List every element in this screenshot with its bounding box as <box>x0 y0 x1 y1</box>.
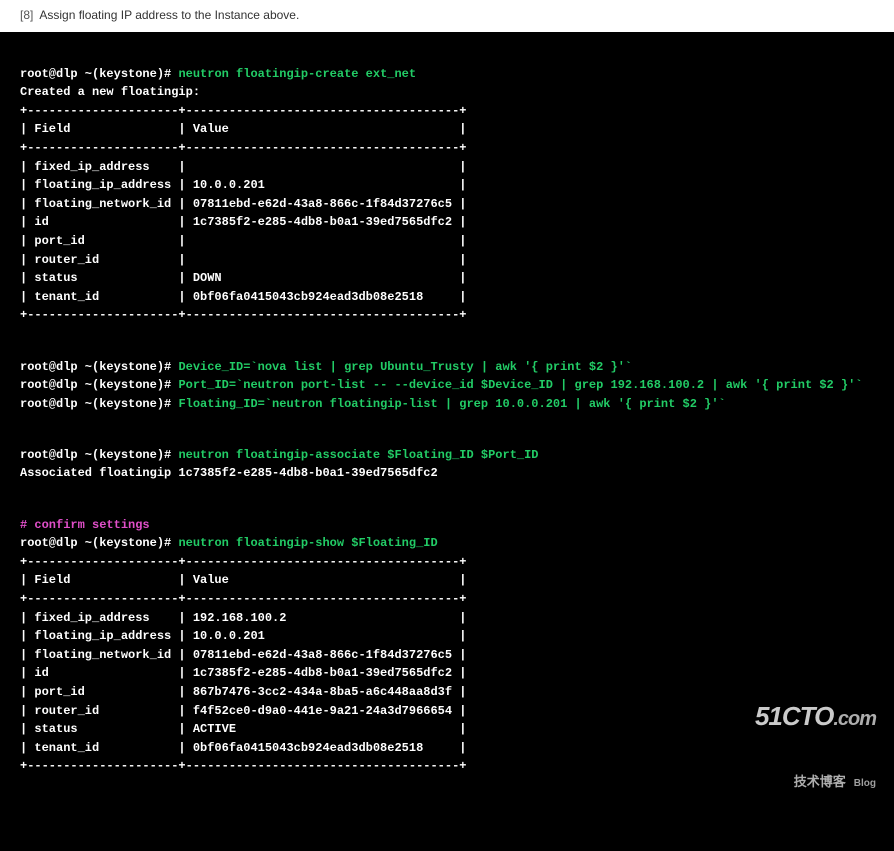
table1-header: | Field | Value | <box>20 122 466 136</box>
table2-row: | fixed_ip_address | 192.168.100.2 | <box>20 611 466 625</box>
table1-row: | router_id | | <box>20 253 466 267</box>
table1-row: | status | DOWN | <box>20 271 466 285</box>
out-associated: Associated floatingip 1c7385f2-e285-4db8… <box>20 466 438 480</box>
table1-row: | port_id | | <box>20 234 466 248</box>
table2-header: | Field | Value | <box>20 573 466 587</box>
table1-row: | tenant_id | 0bf06fa0415043cb924ead3db0… <box>20 290 466 304</box>
table2-border-mid: +---------------------+-----------------… <box>20 592 466 606</box>
cmd-port-id: Port_ID=`neutron port-list -- --device_i… <box>178 378 862 392</box>
out-created: Created a new floatingip: <box>20 85 200 99</box>
table2-row: | id | 1c7385f2-e285-4db8-b0a1-39ed7565d… <box>20 666 466 680</box>
block-show: # confirm settings root@dlp ~(keystone)#… <box>20 516 874 776</box>
watermark-subtext: 技术博客 <box>794 774 846 789</box>
watermark-blog: Blog <box>854 778 876 789</box>
table2-border-top: +---------------------+-----------------… <box>20 555 466 569</box>
block-vars: root@dlp ~(keystone)# Device_ID=`nova li… <box>20 358 874 414</box>
table2-row: | floating_ip_address | 10.0.0.201 | <box>20 629 466 643</box>
cmd-associate: neutron floatingip-associate $Floating_I… <box>178 448 538 462</box>
table2-row: | floating_network_id | 07811ebd-e62d-43… <box>20 648 466 662</box>
block-associate: root@dlp ~(keystone)# neutron floatingip… <box>20 446 874 483</box>
table2-row: | status | ACTIVE | <box>20 722 466 736</box>
cmd-show: neutron floatingip-show $Floating_ID <box>178 536 437 550</box>
table1-border-top: +---------------------+-----------------… <box>20 104 466 118</box>
shell-prompt: root@dlp ~(keystone)# <box>20 67 171 81</box>
table2-row: | port_id | 867b7476-3cc2-434a-8ba5-a6c4… <box>20 685 466 699</box>
cmd-device-id: Device_ID=`nova list | grep Ubuntu_Trust… <box>178 360 632 374</box>
cmd-create: neutron floatingip-create ext_net <box>178 67 416 81</box>
step-text: Assign floating IP address to the Instan… <box>39 8 299 22</box>
shell-prompt: root@dlp ~(keystone)# <box>20 378 171 392</box>
table1-row: | floating_network_id | 07811ebd-e62d-43… <box>20 197 466 211</box>
shell-prompt: root@dlp ~(keystone)# <box>20 397 171 411</box>
table1-row: | id | 1c7385f2-e285-4db8-b0a1-39ed7565d… <box>20 215 466 229</box>
terminal-output: root@dlp ~(keystone)# neutron floatingip… <box>0 32 894 851</box>
step-header: [8] Assign floating IP address to the In… <box>0 0 894 32</box>
block-create: root@dlp ~(keystone)# neutron floatingip… <box>20 65 874 325</box>
table1-border-mid: +---------------------+-----------------… <box>20 141 466 155</box>
table2-border-bot: +---------------------+-----------------… <box>20 759 466 773</box>
table2-row: | tenant_id | 0bf06fa0415043cb924ead3db0… <box>20 741 466 755</box>
shell-prompt: root@dlp ~(keystone)# <box>20 448 171 462</box>
comment-confirm: # confirm settings <box>20 518 150 532</box>
step-number: [8] <box>20 8 33 22</box>
cmd-floating-id: Floating_ID=`neutron floatingip-list | g… <box>178 397 725 411</box>
table1-row: | floating_ip_address | 10.0.0.201 | <box>20 178 466 192</box>
table2-row: | router_id | f4f52ce0-d9a0-441e-9a21-24… <box>20 704 466 718</box>
shell-prompt: root@dlp ~(keystone)# <box>20 360 171 374</box>
table1-row: | fixed_ip_address | | <box>20 160 466 174</box>
table1-border-bot: +---------------------+-----------------… <box>20 308 466 322</box>
shell-prompt: root@dlp ~(keystone)# <box>20 536 171 550</box>
